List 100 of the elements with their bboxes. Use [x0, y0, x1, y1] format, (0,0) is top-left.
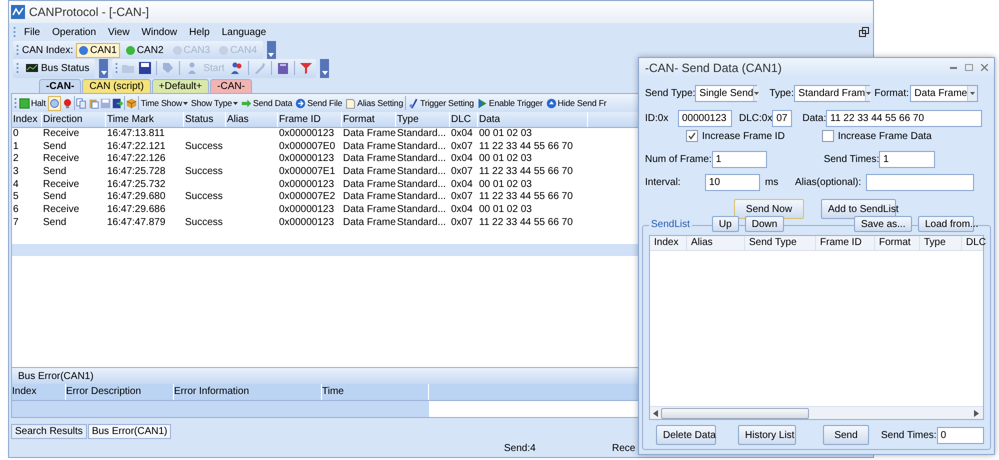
send-list[interactable]: Index Alias Send Type Frame ID Format Type DLC: [649, 235, 984, 420]
document-tab[interactable]: CAN (script): [82, 79, 151, 93]
format-dropdown[interactable]: Data Frame: [910, 85, 978, 102]
column-header[interactable]: Status: [184, 112, 226, 127]
send-now-button[interactable]: Send Now: [734, 199, 804, 219]
toolbar-button[interactable]: Hide Send Fr: [544, 96, 608, 110]
channel-toggle[interactable]: CAN1: [76, 42, 120, 58]
column-header[interactable]: Index: [12, 384, 66, 400]
toolbar-button[interactable]: Trigger Setting: [407, 96, 475, 110]
column-header[interactable]: Type: [920, 236, 962, 250]
trigger-icon[interactable]: [408, 98, 420, 108]
interval-field[interactable]: 10: [705, 174, 760, 191]
save-icon[interactable]: [138, 61, 152, 75]
arrow-right-icon[interactable]: [974, 410, 980, 416]
maximize-icon[interactable]: [965, 64, 973, 71]
column-header[interactable]: Index: [650, 236, 687, 250]
down-button[interactable]: Down: [744, 216, 784, 232]
document-tab[interactable]: -CAN-: [210, 79, 252, 93]
type-dropdown[interactable]: Standard Fram: [794, 85, 870, 102]
halt-icon[interactable]: [19, 98, 30, 108]
dropdown-button[interactable]: Show Type: [190, 96, 240, 110]
arrow-icon[interactable]: [241, 98, 252, 108]
package-icon[interactable]: [126, 98, 137, 108]
monitor-icon[interactable]: [25, 61, 39, 75]
column-header[interactable]: Time: [322, 384, 429, 400]
book-icon[interactable]: [276, 61, 290, 75]
send-times-field[interactable]: 1: [879, 151, 936, 168]
column-header[interactable]: Format: [875, 236, 920, 250]
toolbar-grip-icon: [16, 62, 19, 74]
column-header[interactable]: Alias: [687, 236, 745, 250]
toolbar-button[interactable]: Send File: [294, 96, 344, 110]
save-as-button[interactable]: Save as...: [854, 216, 912, 232]
column-header[interactable]: Alias: [226, 112, 278, 127]
menu-item[interactable]: Window: [138, 26, 182, 38]
status-text: Send:4: [504, 442, 537, 454]
toolbar-overflow-button[interactable]: [99, 58, 108, 78]
table-cell-text: 16:47:22.121: [106, 140, 166, 154]
copy-icon[interactable]: [76, 98, 87, 108]
column-header[interactable]: Data: [478, 112, 588, 127]
toolbar-overflow-button[interactable]: [266, 40, 276, 60]
toolbar-overflow-button[interactable]: [320, 58, 330, 78]
dropdown-button[interactable]: Time Show: [140, 96, 189, 110]
num-of-frame-field[interactable]: 1: [712, 151, 767, 168]
menu-item[interactable]: Operation: [48, 26, 100, 38]
funnel-icon[interactable]: [299, 61, 314, 75]
note-icon[interactable]: [345, 98, 356, 108]
table-cell-text: 1: [12, 140, 20, 154]
column-header[interactable]: Format: [342, 112, 396, 127]
menu-item[interactable]: View: [104, 26, 134, 38]
close-icon[interactable]: [981, 64, 988, 71]
increase-id-checkbox[interactable]: [686, 130, 698, 142]
column-header[interactable]: Time Mark: [106, 112, 184, 127]
field-label: Format:: [874, 88, 909, 99]
toolbar-button[interactable]: Enable Trigger: [476, 96, 544, 110]
document-tab[interactable]: -CAN-: [39, 79, 82, 93]
menu-item[interactable]: Help: [185, 26, 214, 38]
circle-arrow-icon[interactable]: [295, 98, 306, 108]
menu-item[interactable]: Language: [218, 26, 270, 38]
dlc-field[interactable]: 07: [772, 110, 792, 127]
play-icon[interactable]: [476, 98, 488, 108]
delete-data-button[interactable]: Delete Data: [656, 425, 716, 445]
record-icon[interactable]: [62, 98, 73, 108]
increase-data-checkbox[interactable]: [822, 130, 834, 142]
panel-tab[interactable]: Bus Error(CAN1): [88, 424, 172, 439]
toolbar-button[interactable]: Send Data: [240, 96, 294, 110]
clipboard-icon[interactable]: [88, 98, 99, 108]
table-cell-text: 00 01 02 03: [478, 204, 533, 217]
channel-toggle[interactable]: CAN2: [122, 42, 167, 58]
column-header[interactable]: Type: [396, 112, 450, 127]
column-header[interactable]: Error Description: [66, 384, 174, 400]
column-header[interactable]: Direction: [42, 112, 106, 127]
column-header[interactable]: Send Type: [745, 236, 816, 250]
id-field[interactable]: 00000123: [678, 110, 732, 127]
alias-field[interactable]: [866, 174, 974, 191]
send-button[interactable]: Send: [823, 425, 869, 445]
toolbar-button[interactable]: Alias Setting: [344, 96, 404, 110]
column-header[interactable]: Error Information: [174, 384, 322, 400]
minimize-icon[interactable]: [950, 66, 957, 69]
horizontal-scrollbar[interactable]: [650, 406, 983, 419]
up-button[interactable]: Up: [712, 216, 739, 232]
scroll-thumb[interactable]: [661, 408, 809, 418]
column-header[interactable]: Frame ID: [816, 236, 875, 250]
export-icon[interactable]: [112, 98, 123, 108]
send-type-dropdown[interactable]: Single Send: [695, 85, 758, 102]
send-times-field[interactable]: 0: [936, 426, 984, 444]
document-tab[interactable]: +Default+: [152, 79, 210, 93]
history-list-button[interactable]: History List: [738, 425, 796, 445]
menu-item[interactable]: File: [20, 26, 44, 38]
column-header[interactable]: Index: [12, 112, 42, 127]
people-icon[interactable]: [230, 61, 244, 75]
restore-icon[interactable]: [859, 27, 869, 37]
eject-icon[interactable]: [546, 98, 557, 108]
table-cell-text: Receive: [42, 204, 80, 217]
column-header[interactable]: Frame ID: [278, 112, 342, 127]
arrow-left-icon[interactable]: [653, 410, 659, 416]
toolbar-button[interactable]: Halt: [18, 96, 47, 110]
panel-tab[interactable]: Search Results: [11, 424, 87, 439]
column-header[interactable]: DLC: [450, 112, 478, 127]
column-header[interactable]: DLC: [962, 236, 988, 250]
data-field[interactable]: 11 22 33 44 55 66 70: [826, 110, 982, 127]
